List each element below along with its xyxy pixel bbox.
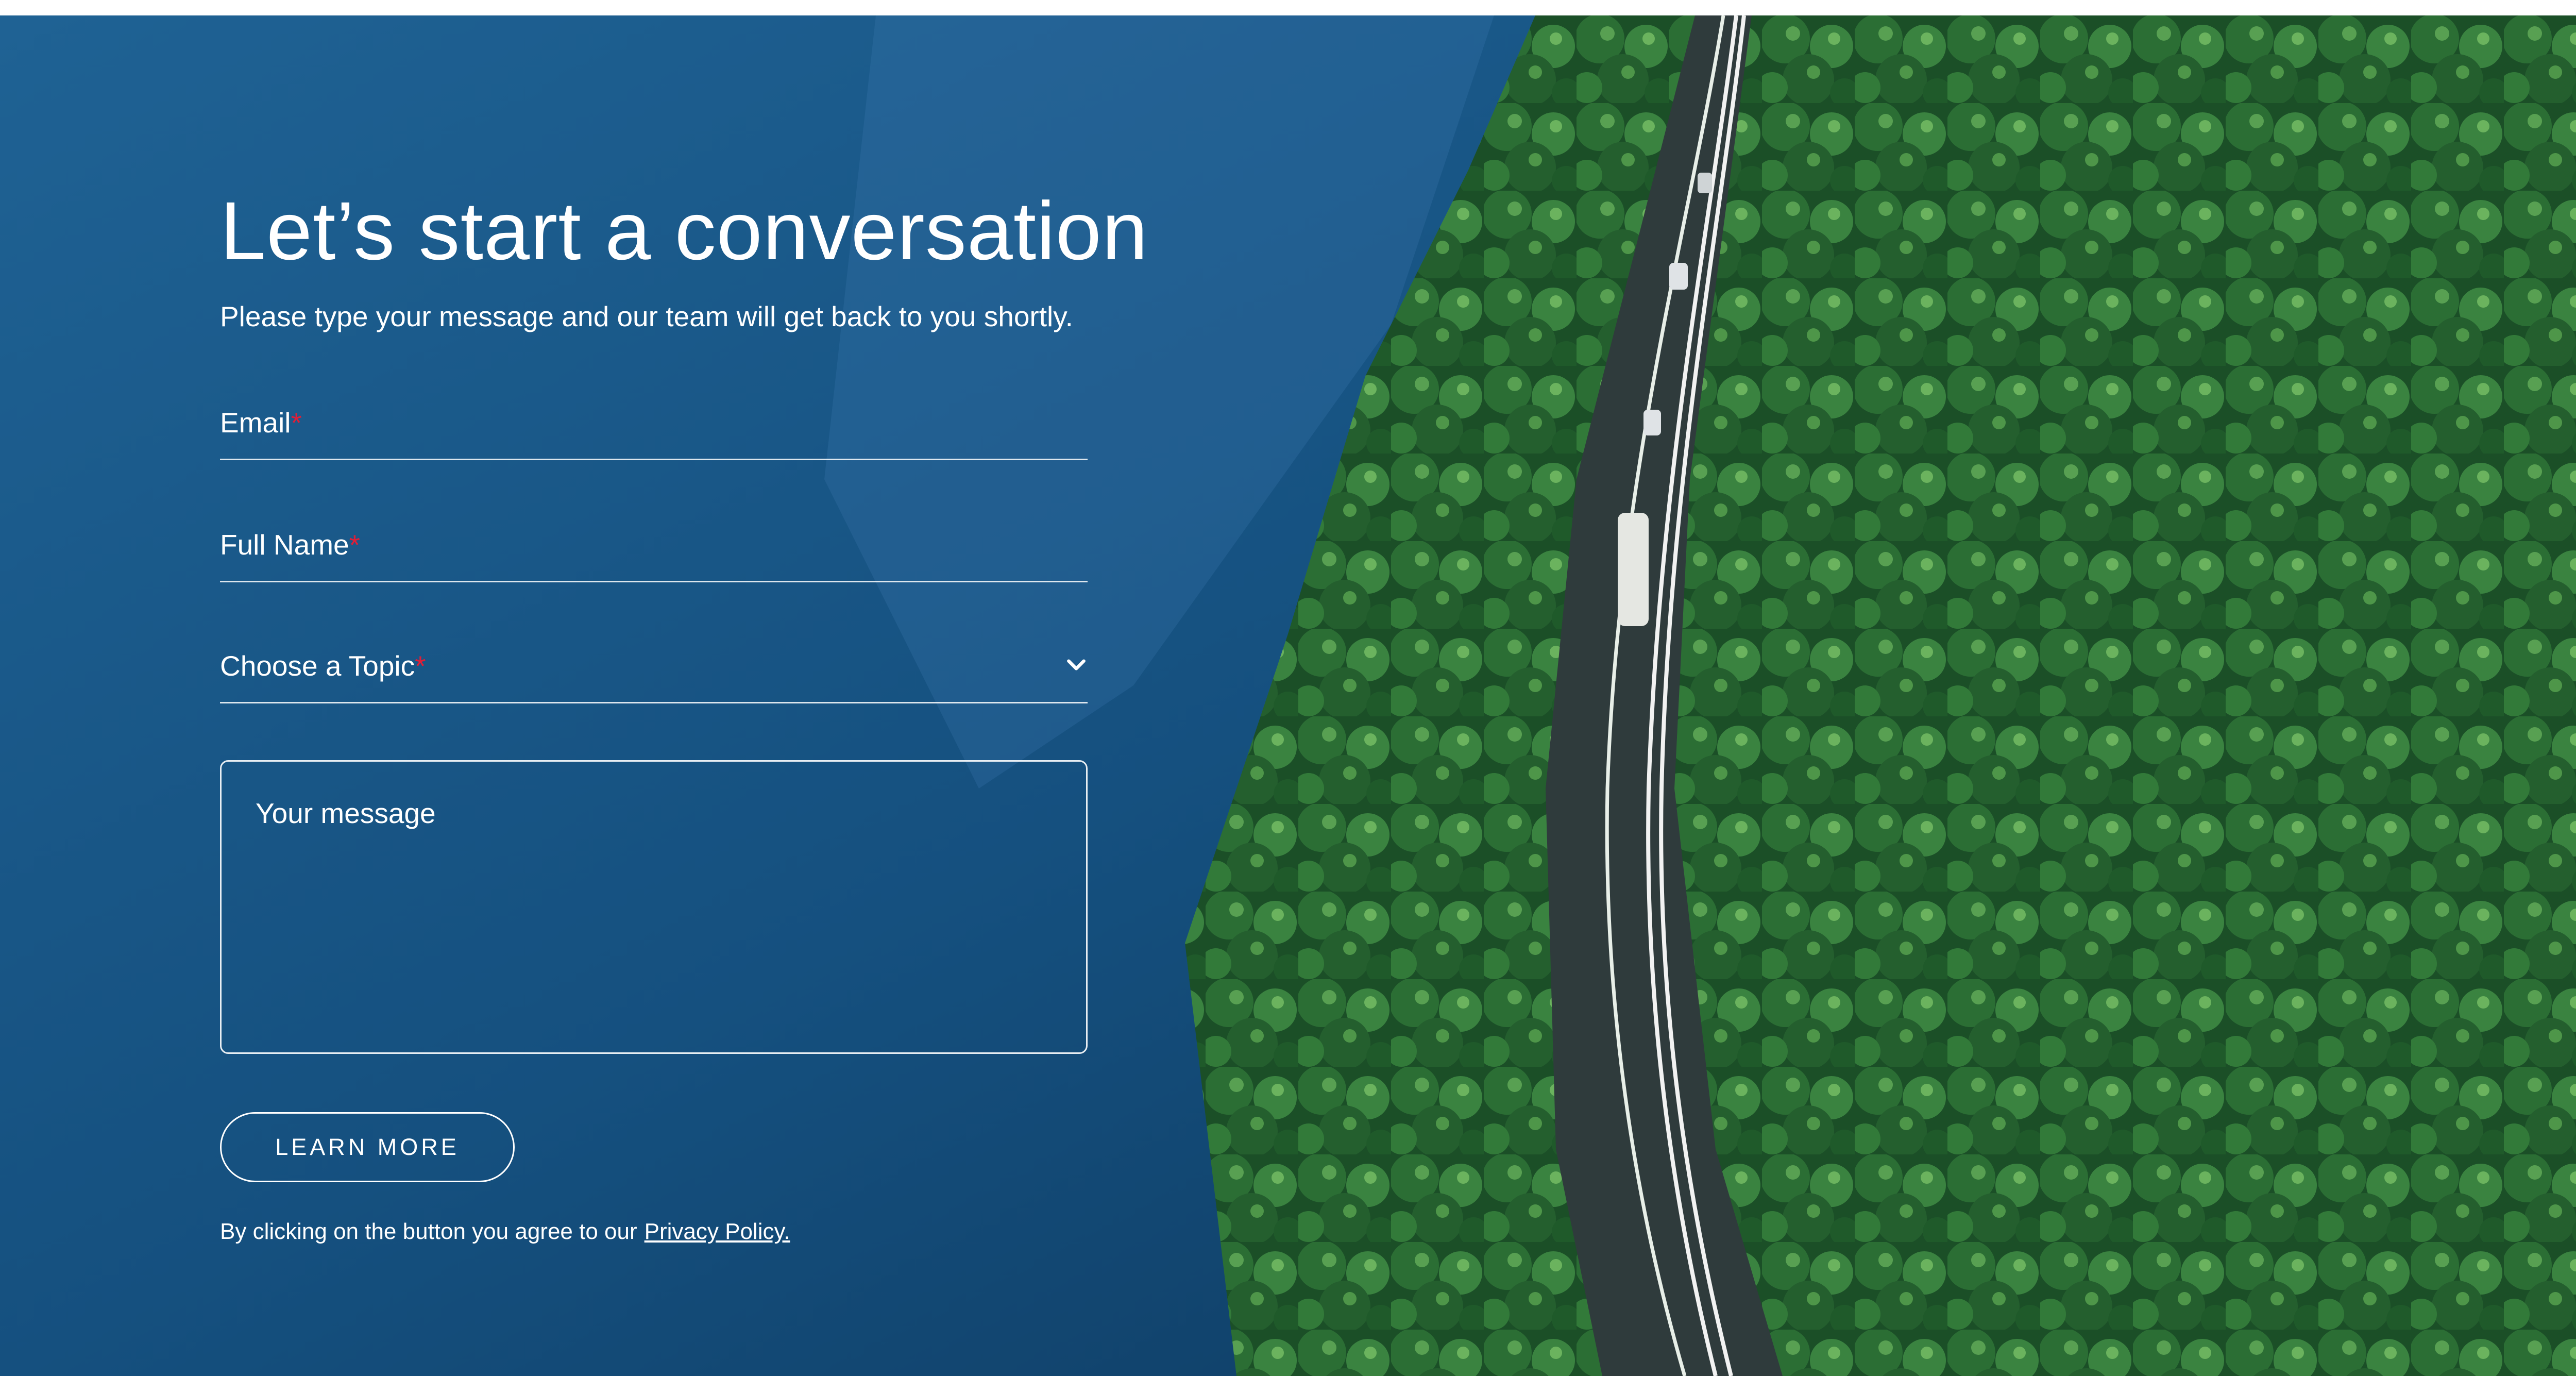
full-name-label: Full Name* — [220, 529, 361, 561]
disclaimer: By clicking on the button you agree to o… — [220, 1219, 790, 1245]
topic-select[interactable]: Choose a Topic* — [220, 635, 1088, 703]
required-marker: * — [291, 407, 302, 439]
required-marker: * — [349, 529, 361, 561]
message-placeholder: Your message — [256, 797, 436, 829]
hero-section: Let’s start a conversation Please type y… — [0, 15, 2576, 1376]
privacy-policy-link[interactable]: Privacy Policy. — [645, 1219, 790, 1244]
page-title: Let’s start a conversation — [220, 184, 1148, 277]
message-textarea[interactable]: Your message — [220, 760, 1088, 1054]
full-name-field[interactable]: Full Name* — [220, 514, 1088, 582]
chevron-down-icon[interactable] — [1065, 653, 1088, 676]
email-field[interactable]: Email* — [220, 392, 1088, 460]
email-label: Email* — [220, 407, 302, 439]
topic-label: Choose a Topic* — [220, 650, 426, 682]
disclaimer-text: By clicking on the button you agree to o… — [220, 1219, 637, 1244]
learn-more-button[interactable]: LEARN MORE — [220, 1112, 515, 1182]
page-subtitle: Please type your message and our team wi… — [220, 300, 1073, 332]
required-marker: * — [415, 650, 426, 682]
